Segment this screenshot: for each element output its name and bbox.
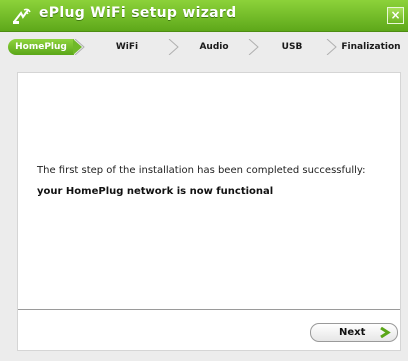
step-audio: Audio [180, 39, 248, 55]
next-button[interactable]: Next [310, 323, 398, 342]
step-usb: USB [260, 39, 324, 55]
title-bar: ePlug WiFi setup wizard × [0, 0, 408, 32]
step-label: Finalization [341, 42, 401, 52]
completion-message: The first step of the installation has b… [37, 165, 366, 176]
chevron-right-icon [326, 39, 337, 55]
network-status-message: your HomePlug network is now functional [37, 186, 274, 197]
chevron-right-icon [74, 39, 85, 55]
next-button-label: Next [339, 327, 366, 338]
window-title: ePlug WiFi setup wizard [39, 5, 237, 21]
eplug-logo-icon [12, 7, 32, 25]
step-label: USB [281, 42, 303, 52]
step-wifi: WiFi [92, 39, 162, 55]
arrow-right-icon [380, 327, 391, 338]
chevron-right-icon [248, 39, 259, 55]
step-label: Audio [199, 42, 229, 52]
step-label: WiFi [115, 42, 139, 52]
chevron-right-icon [168, 39, 179, 55]
content-panel: The first step of the installation has b… [17, 72, 401, 351]
divider [18, 309, 400, 310]
step-label: HomePlug [15, 42, 67, 52]
wizard-steps: HomePlug WiFi Audio USB Finalization [8, 39, 401, 55]
step-finalization: Finalization [338, 39, 404, 55]
close-button[interactable]: × [387, 7, 404, 24]
step-homeplug: HomePlug [8, 39, 82, 55]
